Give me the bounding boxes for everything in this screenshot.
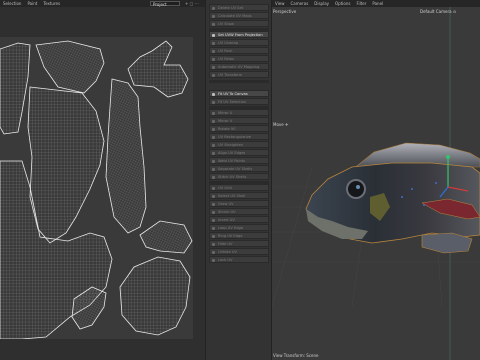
cmd-calculate-uv-maps[interactable]: Calculate UV Maps <box>209 12 269 19</box>
cmd-invert-uv[interactable]: Invert UV <box>209 216 269 223</box>
cmd-rotate-90[interactable]: Rotate 90 <box>209 125 269 132</box>
cmd-mirror-v[interactable]: Mirror V <box>209 117 269 124</box>
cmd-stitch-uv-shells[interactable]: Stitch UV Shells <box>209 173 269 180</box>
cmd-uv-pack[interactable]: UV Pack <box>209 47 269 54</box>
uv-command-panel: Delete UV Set Calculate UV Maps UV Show … <box>205 0 272 360</box>
menu-paint[interactable]: Paint <box>27 1 37 6</box>
menu-display[interactable]: Display <box>314 1 329 6</box>
cmd-loop-uv-edge[interactable]: Loop UV Edge <box>209 224 269 231</box>
viewport-tool-label: Move ✛ <box>273 122 289 127</box>
uv-shell-body-left <box>27 86 105 244</box>
cmd-select-uv-shell[interactable]: Select UV Shell <box>209 192 269 199</box>
uv-shell-center <box>105 78 147 234</box>
cmd-uv-straighten[interactable]: UV Straighten <box>209 141 269 148</box>
viewport-scene <box>272 7 480 360</box>
uv-mesh-layout <box>0 40 193 340</box>
viewport-projection-label: Perspective <box>273 9 297 14</box>
3d-viewport[interactable]: Perspective Default Camera ⊙ Move ✛ View… <box>272 7 480 360</box>
cmd-hide-uv[interactable]: Hide UV <box>209 240 269 247</box>
cmd-fit-uv-to-canvas[interactable]: Fit UV To Canvas <box>209 90 269 97</box>
cmd-align-uv-edges[interactable]: Align UV Edges <box>209 149 269 156</box>
uv-shell-fan <box>119 256 191 336</box>
cmd-uv-rectangularize[interactable]: UV Rectangularize <box>209 133 269 140</box>
cmd-automatic-uv-mapping[interactable]: Automatic UV Mapping <box>209 63 269 70</box>
uv-shell-top <box>35 40 105 94</box>
cmd-mirror-u[interactable]: Mirror U <box>209 109 269 116</box>
menu-cameras[interactable]: Cameras <box>291 1 309 6</box>
fish-eye <box>346 179 366 199</box>
cmd-weld-uv-points[interactable]: Weld UV Points <box>209 157 269 164</box>
viewport-transform-status: View Transform: Scene <box>273 353 319 358</box>
panel-divider <box>209 80 269 83</box>
cmd-delete-uv-set[interactable]: Delete UV Set <box>209 4 269 11</box>
cmd-uv-unwrap[interactable]: UV Unwrap <box>209 39 269 46</box>
uv-canvas[interactable] <box>0 37 193 340</box>
menu-options[interactable]: Options <box>335 1 350 6</box>
menu-filter[interactable]: Filter <box>356 1 366 6</box>
uv-shell-fin <box>127 40 189 98</box>
uv-shell-top-left <box>0 42 31 135</box>
uv-project-dropdown[interactable]: Project <box>150 1 180 7</box>
uv-toolbar-icons[interactable]: + ▢ ⋯ <box>185 1 199 6</box>
uv-shell-oval <box>139 220 193 254</box>
cmd-shrink-uv[interactable]: Shrink UV <box>209 208 269 215</box>
cmd-uv-grid[interactable]: UV Grid <box>209 184 269 191</box>
cmd-uv-relax[interactable]: UV Relax <box>209 55 269 62</box>
cmd-uv-show[interactable]: UV Show <box>209 20 269 27</box>
menu-panel[interactable]: Panel <box>372 1 383 6</box>
viewport-menubar: View Cameras Display Options Filter Pane… <box>272 0 480 7</box>
cmd-lock-uv[interactable]: Lock UV <box>209 256 269 263</box>
cmd-uv-transform[interactable]: UV Transform <box>209 71 269 78</box>
cmd-unhide-uv[interactable]: Unhide UV <box>209 248 269 255</box>
cmd-grow-uv[interactable]: Grow UV <box>209 200 269 207</box>
cmd-set-uvw-from-projection[interactable]: Set UVW From Projection <box>209 31 269 38</box>
menu-view[interactable]: View <box>275 1 285 6</box>
cmd-ring-uv-edge[interactable]: Ring UV Edge <box>209 232 269 239</box>
menu-textures[interactable]: Textures <box>43 1 60 6</box>
viewport-camera-label[interactable]: Default Camera ⊙ <box>420 9 456 14</box>
fish-model[interactable] <box>305 142 480 254</box>
cmd-separate-uv-shells[interactable]: Separate UV Shells <box>209 165 269 172</box>
cmd-fit-uv-selection[interactable]: Fit UV Selection <box>209 98 269 105</box>
menu-selection[interactable]: Selection <box>3 1 21 6</box>
uv-editor-panel <box>0 7 205 360</box>
